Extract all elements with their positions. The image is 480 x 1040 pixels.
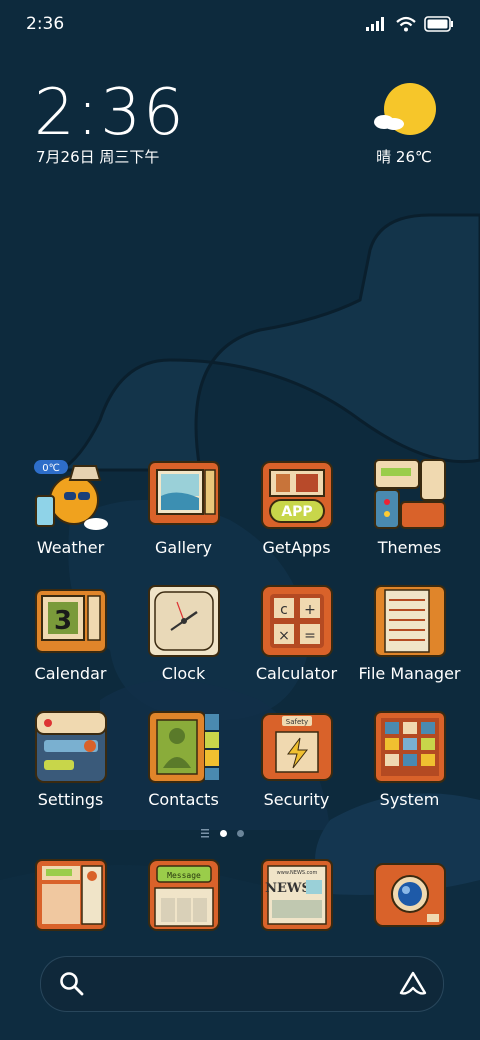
- assistant-icon[interactable]: [399, 971, 427, 997]
- app-clock[interactable]: Clock: [127, 584, 240, 684]
- getapps-icon: APP: [261, 461, 333, 529]
- file-manager-icon: [374, 585, 446, 657]
- app-getapps[interactable]: APP GetApps: [240, 458, 353, 558]
- calendar-icon: 3: [35, 589, 107, 653]
- search-icon[interactable]: [59, 971, 85, 997]
- getapps-badge: APP: [281, 504, 312, 520]
- signal-icon: [366, 17, 384, 31]
- weather-app-badge: 0℃: [42, 463, 60, 474]
- app-label: Settings: [37, 790, 104, 809]
- svg-text:c: c: [280, 602, 288, 618]
- security-icon: Safety: [261, 713, 333, 781]
- app-contacts[interactable]: Contacts: [127, 710, 240, 810]
- news-site: www.NEWS.com: [277, 870, 318, 876]
- app-security[interactable]: Safety Security: [240, 710, 353, 810]
- dock-camera[interactable]: [373, 858, 447, 936]
- weather-widget[interactable]: 晴 26℃: [364, 82, 444, 166]
- svg-text:=: =: [304, 628, 316, 644]
- weather-condition: 晴: [376, 148, 392, 166]
- app-label: Clock: [161, 664, 206, 683]
- system-icon: [374, 711, 446, 783]
- app-calculator[interactable]: c + × = Calculator: [240, 584, 353, 684]
- phone-icon: [35, 859, 107, 931]
- status-bar: 2:36: [0, 0, 480, 50]
- themes-icon: [374, 459, 446, 529]
- menu-lines-icon: [201, 829, 209, 838]
- news-icon: www.NEWS.com NEWS: [261, 859, 333, 931]
- messaging-icon: Message: [148, 859, 220, 931]
- messaging-badge: Message: [167, 871, 201, 880]
- sun-cloud-icon: [374, 83, 436, 135]
- app-label: Themes: [377, 538, 442, 557]
- gallery-icon: [148, 461, 220, 525]
- weather-temperature: 26℃: [395, 148, 432, 166]
- battery-icon: [424, 16, 453, 32]
- app-label: Security: [263, 790, 330, 809]
- app-settings[interactable]: Settings: [14, 710, 127, 810]
- app-weather[interactable]: 0℃ Weather: [14, 458, 127, 558]
- clock-icon: [148, 585, 220, 657]
- app-label: Weather: [36, 538, 105, 557]
- app-themes[interactable]: Themes: [353, 458, 466, 558]
- camera-icon: [374, 863, 446, 927]
- app-label: Calculator: [255, 664, 338, 683]
- weather-app-icon: 0℃: [34, 460, 108, 530]
- contacts-icon: [148, 711, 219, 783]
- app-file-manager[interactable]: File Manager: [353, 584, 466, 684]
- app-calendar[interactable]: 3 Calendar: [14, 584, 127, 684]
- svg-text:+: +: [304, 602, 316, 618]
- dock-messaging[interactable]: Message: [147, 858, 221, 936]
- search-bar[interactable]: [40, 956, 444, 1012]
- status-time: 2:36: [26, 14, 65, 34]
- app-label: File Manager: [358, 664, 461, 683]
- app-label: Gallery: [155, 538, 212, 557]
- app-system[interactable]: System: [353, 710, 466, 810]
- app-label: System: [379, 790, 440, 809]
- app-gallery[interactable]: Gallery: [127, 458, 240, 558]
- page-dot: [237, 829, 244, 837]
- settings-icon: [35, 711, 107, 783]
- app-label: GetApps: [262, 538, 331, 557]
- app-label: Calendar: [34, 664, 107, 683]
- svg-text:×: ×: [278, 628, 290, 644]
- page-indicator[interactable]: [200, 828, 244, 838]
- page-dot-active: [220, 829, 227, 837]
- dock-phone[interactable]: [34, 858, 108, 936]
- security-badge: Safety: [286, 718, 308, 726]
- app-label: Contacts: [148, 790, 219, 809]
- wifi-icon: [396, 16, 416, 32]
- home-clock-time[interactable]: 2:36: [34, 76, 186, 150]
- news-badge: NEWS: [265, 881, 311, 896]
- calculator-icon: c + × =: [261, 585, 333, 657]
- calendar-day-number: 3: [54, 606, 72, 636]
- dock-news[interactable]: www.NEWS.com NEWS: [260, 858, 334, 936]
- home-clock-date: 7月26日 周三下午: [36, 148, 160, 166]
